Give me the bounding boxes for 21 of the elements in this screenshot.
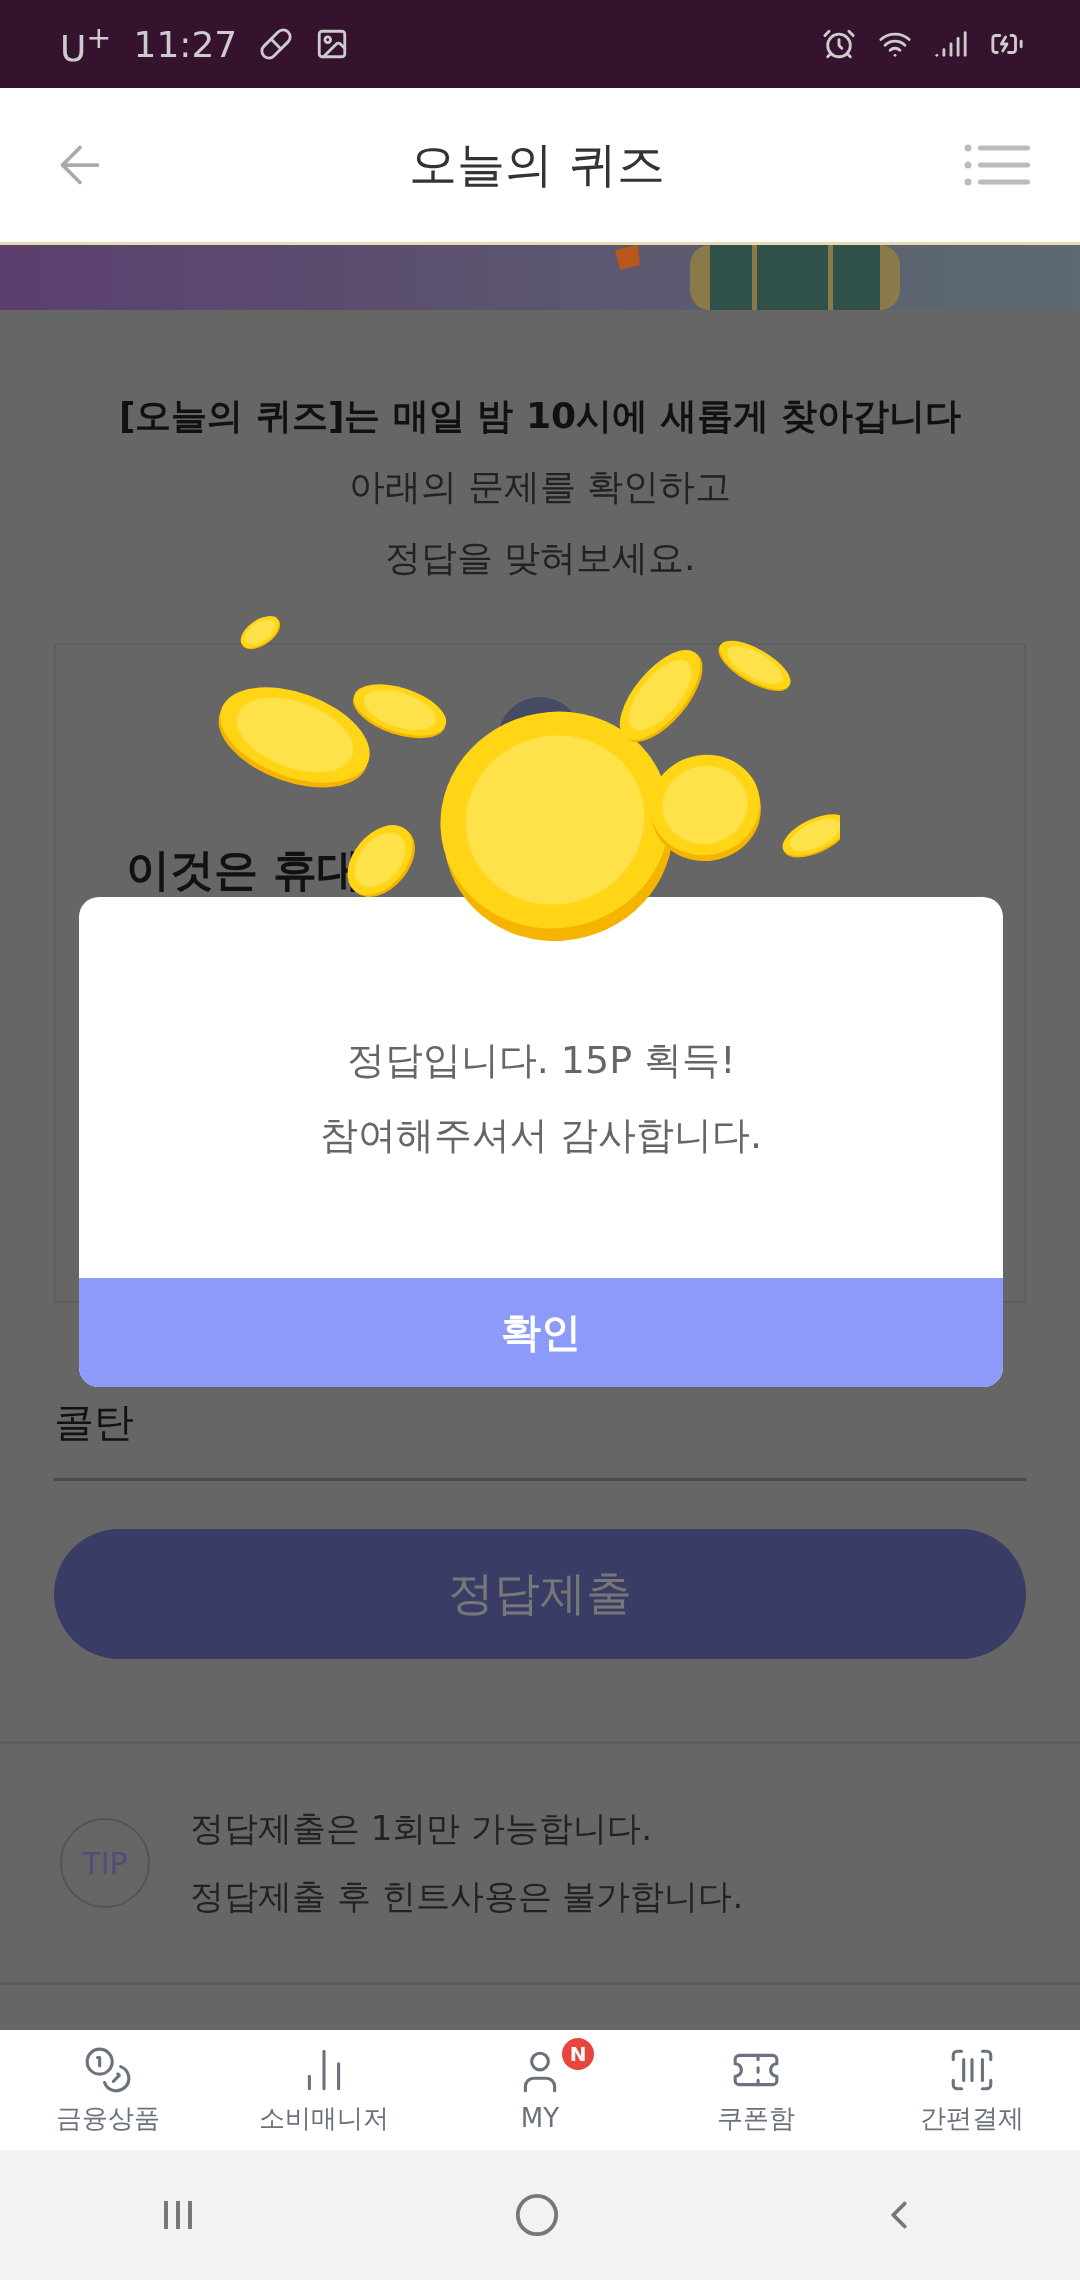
intro-text: [오늘의 퀴즈]는 매일 밤 10시에 새롭게 찾아갑니다: [118, 394, 962, 438]
page-title: 오늘의 퀴즈: [409, 135, 665, 194]
intro-text: 아래의 문제를 확인하고: [348, 465, 732, 509]
dialog-message: 참여해주셔서 감사합니다.: [319, 1111, 763, 1159]
carrier-label: U$^{+}$: [60, 19, 112, 69]
clock: 11:27: [133, 23, 238, 65]
confirm-button[interactable]: 확인: [79, 1278, 1003, 1387]
tip-text: 정답제출은 1회만 가능합니다.: [190, 1807, 654, 1850]
home-icon[interactable]: [514, 2192, 560, 2238]
tab-item[interactable]: 금융상품: [0, 2030, 216, 2150]
tab-item[interactable]: 쿠폰함: [648, 2030, 864, 2150]
dialog-message: 정답입니다. 15P 획득!: [346, 1036, 736, 1084]
tab-item[interactable]: 간편결제: [864, 2030, 1080, 2150]
tip-text: 정답제출 후 힌트사용은 불가합니다.: [190, 1875, 744, 1918]
tab-item[interactable]: 소비매니저: [216, 2030, 432, 2150]
alarm-icon: [822, 27, 856, 61]
tab-item[interactable]: MY N: [432, 2030, 648, 2150]
intro-text: 정답을 맞혀보세요.: [384, 536, 696, 580]
answer-field[interactable]: 콜탄: [54, 1395, 1026, 1481]
pill-icon: [259, 27, 294, 61]
notification-badge: N: [562, 2038, 594, 2070]
